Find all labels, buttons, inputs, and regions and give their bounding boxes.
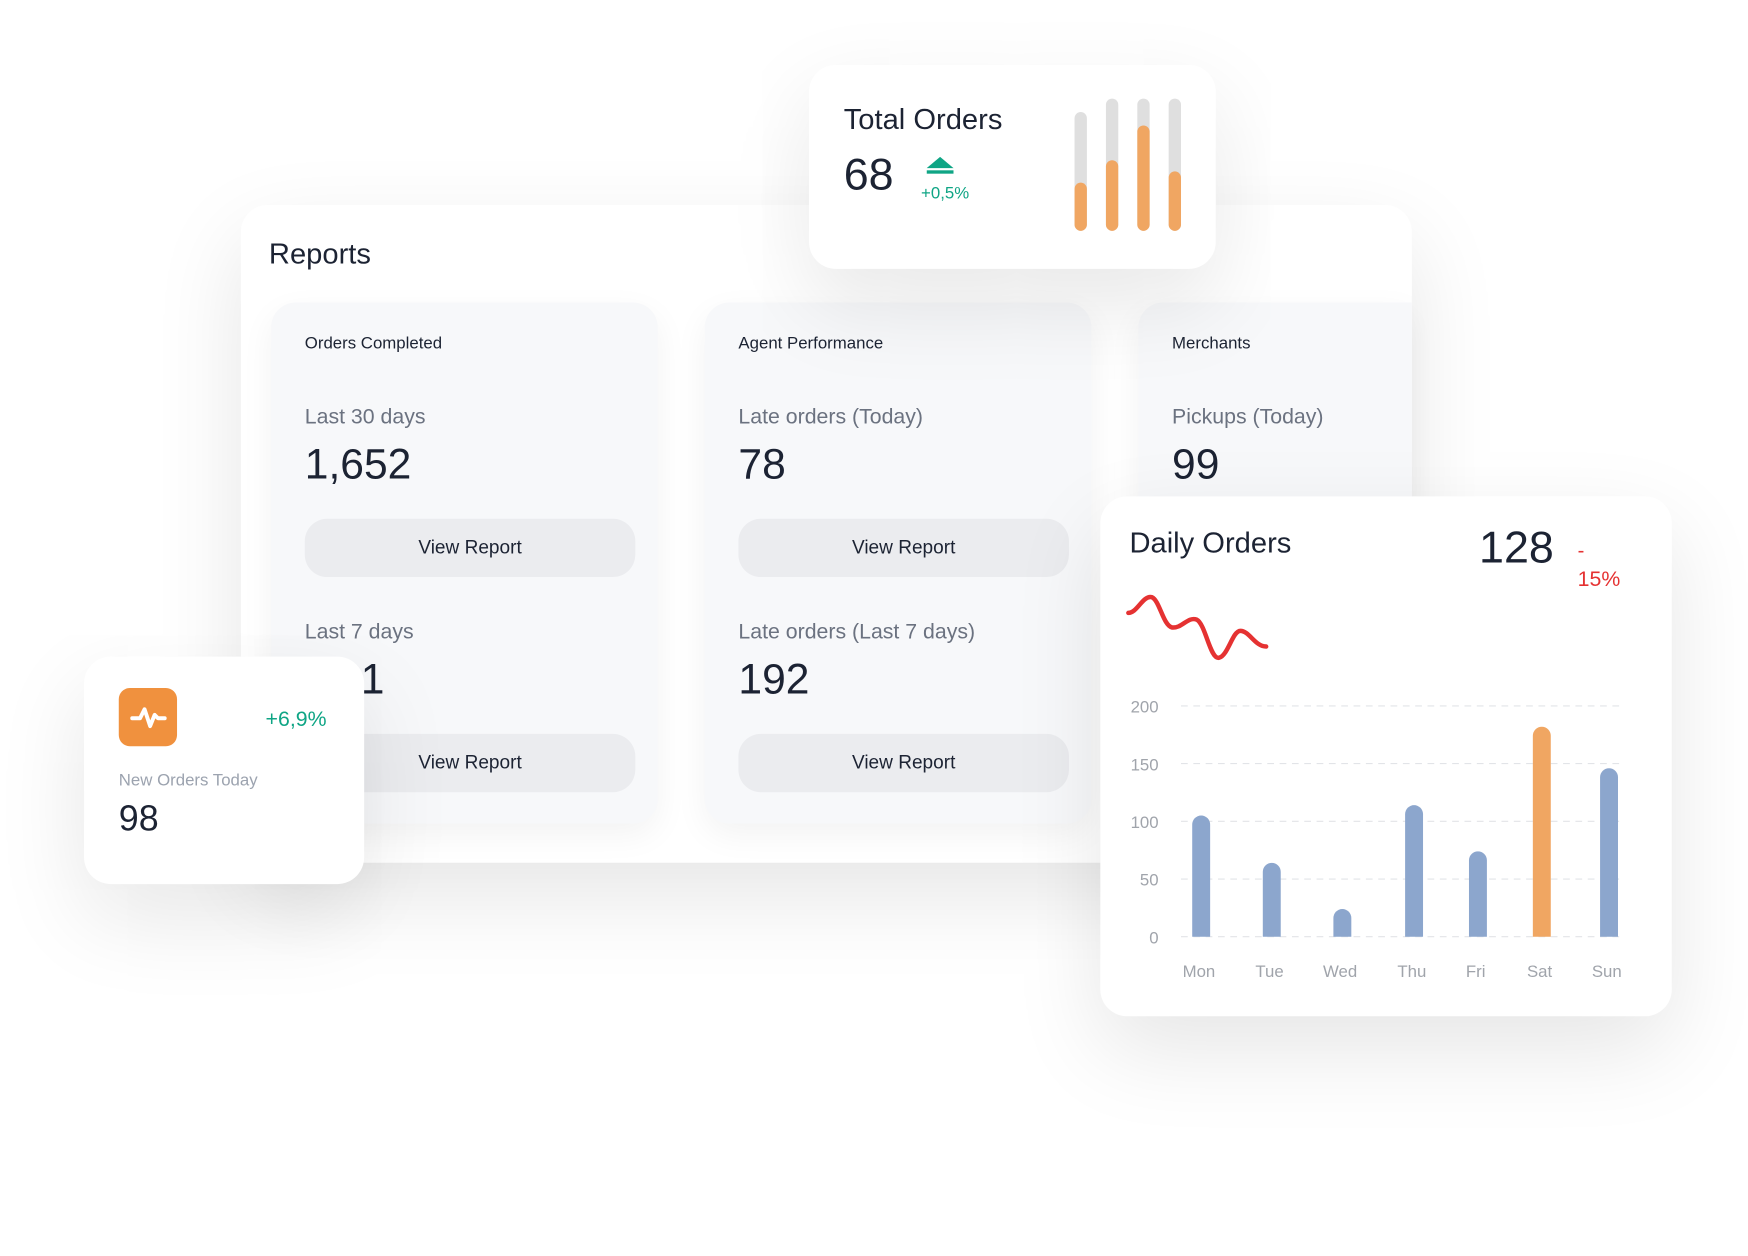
reports-title: Reports xyxy=(268,236,371,271)
agent-performance-card: Agent Performance Late orders (Today) 78… xyxy=(704,302,1092,824)
sparkline xyxy=(1126,594,1269,660)
y-tick-label: 150 xyxy=(1131,755,1159,774)
bar-thu xyxy=(1405,805,1424,937)
metric-value: 192 xyxy=(738,656,810,704)
view-report-button[interactable]: View Report xyxy=(738,518,1069,578)
daily-orders-title: Daily Orders xyxy=(1129,525,1292,560)
new-orders-card: +6,9% New Orders Today 98 xyxy=(84,656,365,885)
y-tick-label: 0 xyxy=(1149,928,1158,947)
mini-bar-track xyxy=(1074,112,1087,231)
y-tick-label: 200 xyxy=(1131,698,1159,717)
metric-label: Last 30 days xyxy=(304,405,426,430)
section-heading: Merchants xyxy=(1172,333,1251,353)
x-tick-label: Sat xyxy=(1527,962,1553,981)
metric-label: Late orders (Today) xyxy=(738,405,924,430)
metric-label: Pickups (Today) xyxy=(1172,405,1324,430)
x-tick-label: Sun xyxy=(1592,962,1622,981)
triangle-up-icon xyxy=(926,156,954,174)
view-report-button[interactable]: View Report xyxy=(304,518,636,578)
activity-pulse-icon xyxy=(118,687,178,747)
x-tick-label: Fri xyxy=(1466,962,1486,981)
mini-bar-track xyxy=(1168,98,1182,231)
metric-value: 1,652 xyxy=(304,441,412,489)
y-tick-label: 100 xyxy=(1131,813,1159,832)
x-tick-label: Mon xyxy=(1183,962,1216,981)
section-heading: Agent Performance xyxy=(738,333,884,353)
bar-tue xyxy=(1262,862,1281,937)
mini-bar-fill xyxy=(1137,125,1150,231)
y-tick-label: 50 xyxy=(1140,871,1159,890)
bar-fri xyxy=(1468,851,1487,937)
new-orders-value: 98 xyxy=(118,797,159,839)
mini-bar-track xyxy=(1137,98,1150,231)
metric-value: 1 xyxy=(360,656,385,704)
x-tick-label: Wed xyxy=(1323,962,1357,981)
total-orders-change: +0,5% xyxy=(921,183,970,203)
metric-label: Last 7 days xyxy=(304,620,414,645)
daily-orders-change-sign: - xyxy=(1577,538,1585,562)
daily-orders-bar-chart: 0 50 100 150 200 Mon Tue Wed Thu Fri Sat Sun xyxy=(1131,698,1622,981)
bar-wed xyxy=(1333,909,1352,937)
daily-orders-value: 128 xyxy=(1479,523,1554,573)
bar-mon xyxy=(1192,815,1211,937)
total-orders-card: Total Orders 68 +0,5% xyxy=(809,64,1216,269)
metric-value: 78 xyxy=(738,441,786,489)
bar-sun xyxy=(1600,768,1619,937)
total-orders-title: Total Orders xyxy=(843,101,1003,136)
total-orders-value: 68 xyxy=(843,150,894,200)
section-heading: Orders Completed xyxy=(304,333,443,353)
mini-bar-fill xyxy=(1074,182,1087,231)
mini-bar-fill xyxy=(1105,160,1119,231)
mini-bar-track xyxy=(1105,98,1119,231)
bar-sat xyxy=(1532,726,1551,937)
new-orders-change: +6,9% xyxy=(265,708,327,732)
metric-label: Late orders (Last 7 days) xyxy=(738,620,976,645)
daily-orders-card: Daily Orders 128 - 15% 0 50 100 150 200 Mon Tu… xyxy=(1100,496,1672,1017)
x-tick-label: Thu xyxy=(1397,962,1426,981)
mini-bar-fill xyxy=(1168,171,1182,231)
daily-orders-change: 15% xyxy=(1577,568,1621,592)
metric-value: 99 xyxy=(1172,441,1220,489)
new-orders-label: New Orders Today xyxy=(118,770,258,790)
x-tick-label: Tue xyxy=(1255,962,1283,981)
view-report-button[interactable]: View Report xyxy=(738,733,1069,793)
